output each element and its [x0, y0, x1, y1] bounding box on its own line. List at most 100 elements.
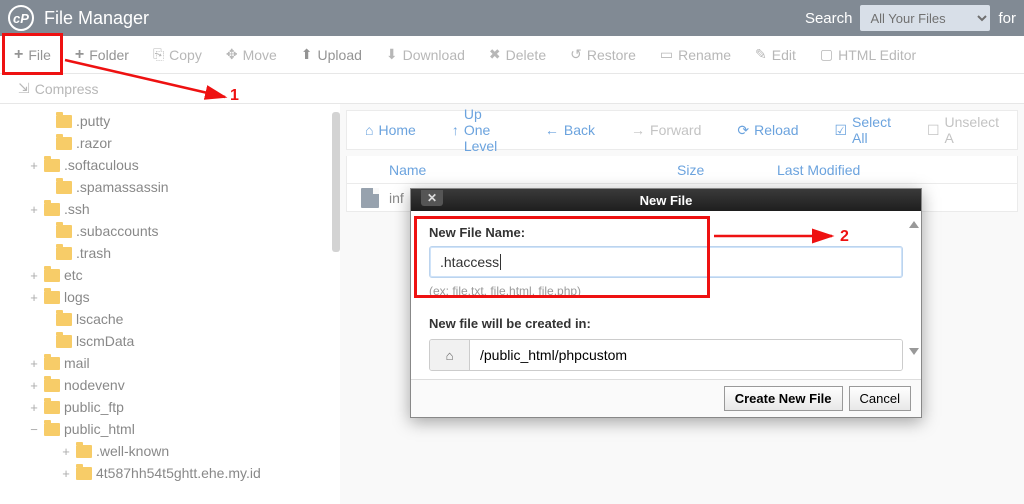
edit-button[interactable]: ✎Edit	[743, 36, 808, 73]
tree-item[interactable]: +public_ftp	[28, 396, 340, 418]
move-button[interactable]: ✥Move	[214, 36, 289, 73]
expander-icon[interactable]: +	[28, 378, 40, 393]
restore-icon: ↺	[570, 46, 582, 63]
tree-label: nodevenv	[64, 377, 125, 393]
expander-icon[interactable]: +	[60, 466, 72, 481]
tree-item[interactable]: lscmData	[28, 330, 340, 352]
up-icon: ↑	[452, 122, 459, 138]
folder-icon	[44, 159, 60, 172]
new-file-button[interactable]: +File	[2, 36, 63, 73]
home-button[interactable]: ⌂Home	[347, 122, 434, 138]
expander-icon[interactable]: +	[28, 356, 40, 371]
html-editor-icon: ▢	[820, 46, 833, 63]
reload-button[interactable]: ⟳Reload	[719, 122, 816, 139]
html-editor-button[interactable]: ▢HTML Editor	[808, 36, 928, 73]
forward-button[interactable]: →Forward	[613, 122, 719, 138]
search-label: Search	[805, 10, 853, 27]
folder-icon	[56, 225, 72, 238]
download-button[interactable]: ⬇Download	[374, 36, 477, 73]
path-row: ⌂	[429, 339, 903, 371]
filename-label: New File Name:	[429, 225, 903, 240]
tree-item[interactable]: +mail	[28, 352, 340, 374]
tree-item[interactable]: +4t587hh54t5ghtt.ehe.my.id	[28, 462, 340, 484]
dialog-titlebar: ✕ New File	[411, 189, 921, 211]
up-one-level-button[interactable]: ↑Up One Level	[434, 106, 527, 154]
tree-label: lscmData	[76, 333, 134, 349]
tree-item[interactable]: .trash	[28, 242, 340, 264]
expander-icon[interactable]: +	[28, 202, 40, 217]
copy-button[interactable]: ⎘Copy	[141, 36, 214, 73]
folder-icon	[76, 467, 92, 480]
tree-item[interactable]: +logs	[28, 286, 340, 308]
plus-icon: +	[75, 47, 84, 63]
tree-label: public_html	[64, 421, 135, 437]
tree-item[interactable]: +.ssh	[28, 198, 340, 220]
tree-label: 4t587hh54t5ghtt.ehe.my.id	[96, 465, 261, 481]
plus-icon: +	[14, 47, 23, 63]
col-name[interactable]: Name	[347, 162, 677, 178]
annotation-label-2: 2	[840, 228, 849, 246]
expander-icon[interactable]: +	[28, 158, 40, 173]
cpanel-logo-icon: cP	[8, 5, 34, 31]
tree-label: .subaccounts	[76, 223, 159, 239]
compress-button[interactable]: ⇲Compress	[6, 74, 111, 103]
tree-item[interactable]: lscache	[28, 308, 340, 330]
expander-icon[interactable]: +	[28, 268, 40, 283]
upload-button[interactable]: ⬆Upload	[289, 36, 374, 73]
select-all-icon: ☑	[834, 122, 847, 139]
dialog-title: New File	[640, 193, 693, 208]
col-modified[interactable]: Last Modified	[777, 162, 1017, 178]
folder-icon	[56, 137, 72, 150]
close-button[interactable]: ✕	[421, 190, 443, 206]
tree-item[interactable]: + nodevenv	[28, 374, 340, 396]
delete-icon: ✖	[489, 46, 501, 63]
forward-icon: →	[631, 122, 645, 138]
tree-item[interactable]: +.softaculous	[28, 154, 340, 176]
main-toolbar-row2: ⇲Compress	[0, 74, 1024, 104]
col-size[interactable]: Size	[677, 162, 777, 178]
reload-icon: ⟳	[737, 122, 749, 139]
search-for-label: for	[998, 10, 1016, 27]
filename-input[interactable]: .htaccess	[429, 246, 903, 278]
tree-item[interactable]: .spamassassin	[28, 176, 340, 198]
select-all-button[interactable]: ☑Select All	[816, 114, 908, 146]
tree-item[interactable]: +etc	[28, 264, 340, 286]
create-new-file-button[interactable]: Create New File	[724, 386, 843, 411]
unselect-icon: ☐	[927, 122, 940, 139]
folder-tree: .putty.razor+.softaculous.spamassassin+.…	[0, 104, 340, 504]
tree-label: lscache	[76, 311, 123, 327]
folder-icon	[56, 313, 72, 326]
search-scope-select[interactable]: All Your Files	[860, 5, 990, 31]
unselect-all-button[interactable]: ☐Unselect A	[909, 114, 1017, 146]
expander-icon[interactable]: +	[28, 290, 40, 305]
close-icon: ✕	[427, 191, 437, 205]
cancel-button[interactable]: Cancel	[849, 386, 911, 411]
folder-icon	[56, 335, 72, 348]
tree-item[interactable]: .subaccounts	[28, 220, 340, 242]
restore-button[interactable]: ↺Restore	[558, 36, 648, 73]
content-toolbar: ⌂Home ↑Up One Level ←Back →Forward ⟳Relo…	[346, 110, 1018, 150]
home-path-button[interactable]: ⌂	[430, 340, 470, 370]
expander-icon[interactable]: −	[28, 422, 40, 437]
file-icon	[361, 188, 379, 208]
search-area: Search All Your Files for	[805, 0, 1024, 36]
path-input[interactable]	[470, 340, 902, 370]
folder-icon	[44, 379, 60, 392]
dialog-scrollbar[interactable]	[909, 221, 919, 371]
new-folder-button[interactable]: +Folder	[63, 36, 141, 73]
expander-icon[interactable]: +	[28, 400, 40, 415]
rename-button[interactable]: ▭Rename	[648, 36, 743, 73]
expander-icon[interactable]: +	[60, 444, 72, 459]
tree-item[interactable]: .razor	[28, 132, 340, 154]
sidebar-scrollbar[interactable]	[332, 112, 340, 252]
folder-icon	[44, 203, 60, 216]
back-button[interactable]: ←Back	[527, 122, 613, 138]
main-toolbar: +File +Folder ⎘Copy ✥Move ⬆Upload ⬇Downl…	[0, 36, 1024, 74]
tree-item[interactable]: +.well-known	[28, 440, 340, 462]
tree-item[interactable]: .putty	[28, 110, 340, 132]
home-icon: ⌂	[365, 122, 373, 138]
delete-button[interactable]: ✖Delete	[477, 36, 558, 73]
file-table-header: Name Size Last Modified	[346, 156, 1018, 184]
tree-item[interactable]: − public_html	[28, 418, 340, 440]
edit-icon: ✎	[755, 46, 767, 63]
